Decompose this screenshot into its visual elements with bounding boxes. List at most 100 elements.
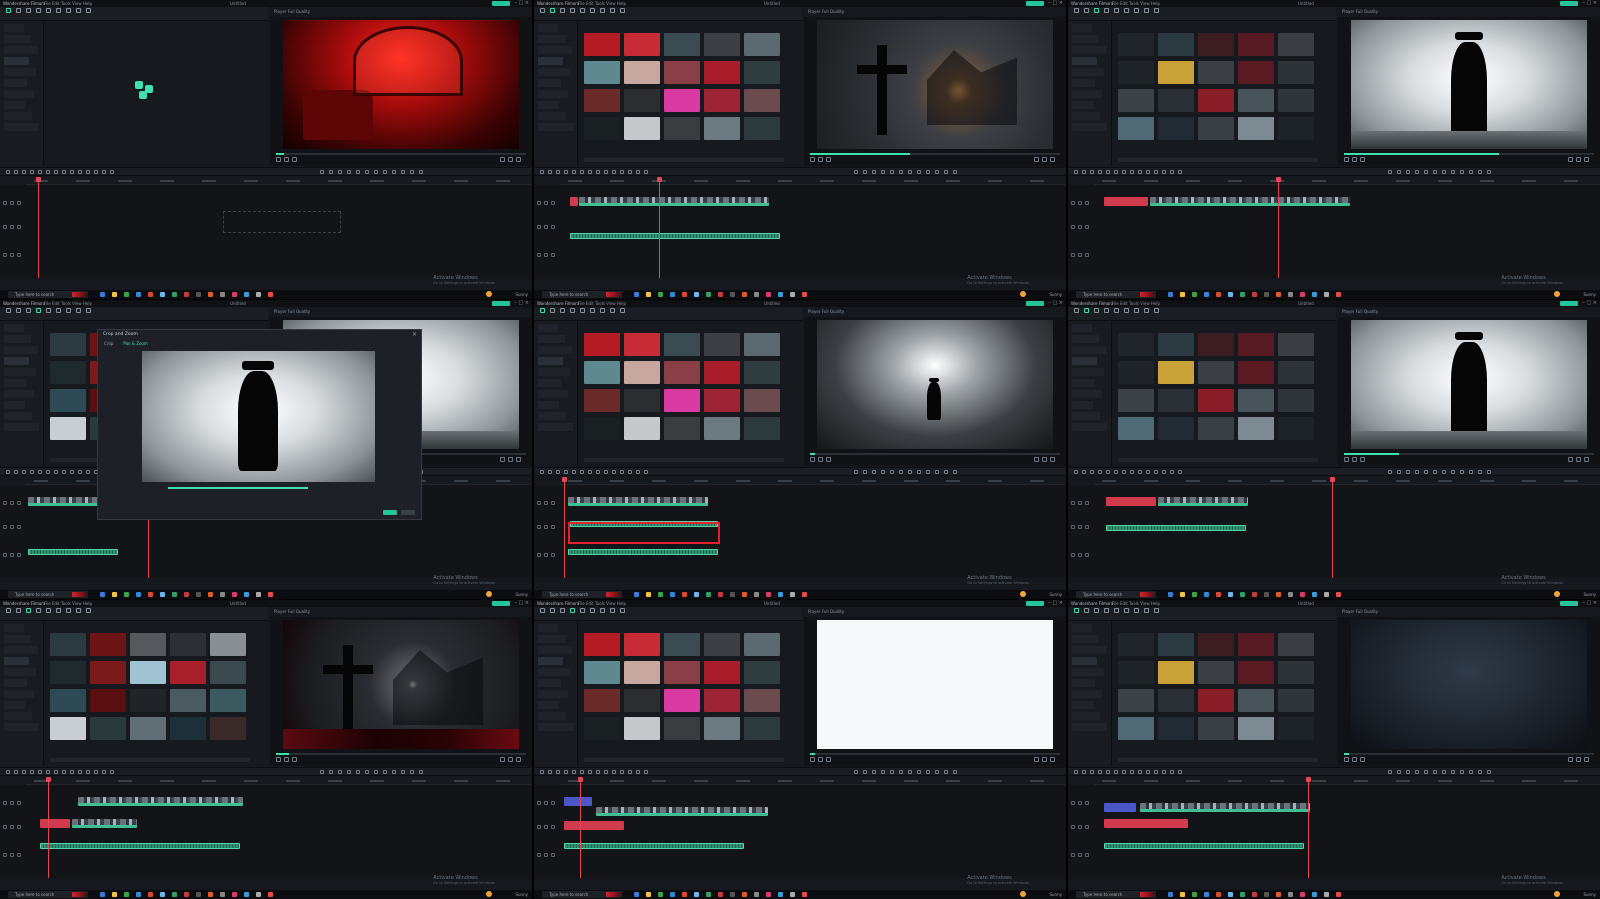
- taskbar-app-icon[interactable]: [1228, 892, 1233, 897]
- timeline-playhead[interactable]: [657, 177, 662, 278]
- snap-icon[interactable]: [1576, 457, 1581, 462]
- media-thumbnail[interactable]: [1278, 661, 1314, 684]
- toolbar-titles-icon[interactable]: [568, 308, 577, 319]
- sidebar-item[interactable]: [1072, 390, 1102, 398]
- media-thumbnail[interactable]: [210, 689, 246, 712]
- timeline-tool-icon[interactable]: [1424, 770, 1428, 774]
- timeline-tool-icon[interactable]: [944, 770, 948, 774]
- media-thumbnail[interactable]: [664, 417, 700, 440]
- track-control-icon[interactable]: [17, 201, 21, 205]
- timeline-tool-icon[interactable]: [374, 170, 378, 174]
- timeline-playhead[interactable]: [1276, 177, 1281, 278]
- track-control-icon[interactable]: [537, 801, 541, 805]
- media-thumbnail[interactable]: [1238, 717, 1274, 740]
- track-control-icon[interactable]: [544, 553, 548, 557]
- track-control-icon[interactable]: [551, 501, 555, 505]
- media-thumbnail[interactable]: [624, 417, 660, 440]
- media-thumbnail[interactable]: [1198, 33, 1234, 56]
- timeline-tool-icon[interactable]: [1106, 770, 1110, 774]
- media-thumbnail[interactable]: [1158, 661, 1194, 684]
- timeline-tool-icon[interactable]: [1106, 470, 1110, 474]
- timeline-tool-icon[interactable]: [1178, 170, 1182, 174]
- stop-icon[interactable]: [1360, 757, 1365, 762]
- timeline-tool-icon[interactable]: [30, 170, 34, 174]
- media-thumbnail[interactable]: [1278, 417, 1314, 440]
- play-icon[interactable]: [284, 157, 289, 162]
- timeline-tool-icon[interactable]: [356, 770, 360, 774]
- timeline-tool-icon[interactable]: [926, 470, 930, 474]
- timeline-tool-icon[interactable]: [1469, 470, 1473, 474]
- sidebar-item[interactable]: [4, 335, 31, 343]
- track-control-icon[interactable]: [551, 801, 555, 805]
- vol-icon[interactable]: [1050, 457, 1055, 462]
- toolbar-templates-icon[interactable]: [618, 8, 627, 19]
- media-thumbnail[interactable]: [1278, 61, 1314, 84]
- media-thumbnail[interactable]: [704, 361, 740, 384]
- taskbar-app-icon[interactable]: [1240, 292, 1245, 297]
- media-thumbnail[interactable]: [1238, 661, 1274, 684]
- timeline-tool-icon[interactable]: [1460, 770, 1464, 774]
- toolbar-filters-icon[interactable]: [1132, 8, 1141, 19]
- export-button[interactable]: [492, 301, 510, 306]
- track-control-icon[interactable]: [551, 853, 555, 857]
- timeline-tool-icon[interactable]: [1074, 770, 1078, 774]
- timeline-tool-icon[interactable]: [62, 770, 66, 774]
- media-thumbnail[interactable]: [704, 117, 740, 140]
- media-thumbnail[interactable]: [664, 689, 700, 712]
- timeline-tool-icon[interactable]: [1082, 770, 1086, 774]
- taskbar-app-icon[interactable]: [100, 292, 105, 297]
- media-thumbnail[interactable]: [744, 333, 780, 356]
- timeline-tool-icon[interactable]: [1130, 770, 1134, 774]
- sidebar-item[interactable]: [4, 635, 31, 643]
- timeline-tool-icon[interactable]: [604, 170, 608, 174]
- taskbar-app-icon[interactable]: [790, 592, 795, 597]
- timeline-playhead[interactable]: [578, 777, 583, 878]
- media-thumbnail[interactable]: [50, 389, 86, 412]
- timeline-tool-icon[interactable]: [899, 170, 903, 174]
- sidebar-item[interactable]: [1072, 123, 1107, 131]
- timeline-tool-icon[interactable]: [338, 770, 342, 774]
- media-thumbnail[interactable]: [664, 61, 700, 84]
- toolbar-stickers-icon[interactable]: [608, 308, 617, 319]
- sidebar-item[interactable]: [538, 701, 559, 709]
- toolbar-stock-media-icon[interactable]: [1082, 308, 1091, 319]
- toolbar-transitions-icon[interactable]: [578, 8, 587, 19]
- timeline-tool-icon[interactable]: [1397, 170, 1401, 174]
- sidebar-item[interactable]: [1072, 46, 1106, 54]
- track-control-icon[interactable]: [1085, 853, 1089, 857]
- timeline-tool-icon[interactable]: [1451, 770, 1455, 774]
- timeline-tool-icon[interactable]: [944, 470, 948, 474]
- taskbar-search[interactable]: Type here to search: [1076, 891, 1156, 898]
- toolbar-audio-icon[interactable]: [1092, 608, 1101, 619]
- sidebar-item[interactable]: [4, 401, 25, 409]
- track-control-icon[interactable]: [10, 501, 14, 505]
- toolbar-stickers-icon[interactable]: [74, 8, 83, 19]
- media-thumbnail[interactable]: [90, 661, 126, 684]
- taskbar-app-icon[interactable]: [1276, 892, 1281, 897]
- menu-items[interactable]: File Edit Tools View Help: [1112, 300, 1160, 307]
- timeline-tool-icon[interactable]: [881, 770, 885, 774]
- taskbar-app-icon[interactable]: [790, 892, 795, 897]
- taskbar-app-icon[interactable]: [100, 592, 105, 597]
- taskbar-app-icon[interactable]: [766, 892, 771, 897]
- audio-clip[interactable]: [40, 843, 240, 849]
- video-clip[interactable]: [1158, 497, 1248, 506]
- sidebar-item[interactable]: [4, 368, 36, 376]
- toolbar-stock-media-icon[interactable]: [548, 308, 557, 319]
- toolbar-stickers-icon[interactable]: [74, 608, 83, 619]
- sidebar-item[interactable]: [4, 690, 34, 698]
- taskbar-app-icon[interactable]: [646, 592, 651, 597]
- weather-icon[interactable]: [486, 891, 492, 897]
- track-control-icon[interactable]: [537, 553, 541, 557]
- timeline-tool-icon[interactable]: [556, 170, 560, 174]
- toolbar-transitions-icon[interactable]: [578, 608, 587, 619]
- toolbar-titles-icon[interactable]: [34, 308, 43, 319]
- timeline-tool-icon[interactable]: [596, 170, 600, 174]
- timeline-tool-icon[interactable]: [620, 170, 624, 174]
- media-thumbnail[interactable]: [624, 333, 660, 356]
- media-thumbnail[interactable]: [1158, 633, 1194, 656]
- taskbar-search[interactable]: Type here to search: [542, 591, 622, 598]
- sidebar-item[interactable]: [1072, 79, 1095, 87]
- taskbar-app-icon[interactable]: [706, 592, 711, 597]
- export-button[interactable]: [1560, 601, 1578, 606]
